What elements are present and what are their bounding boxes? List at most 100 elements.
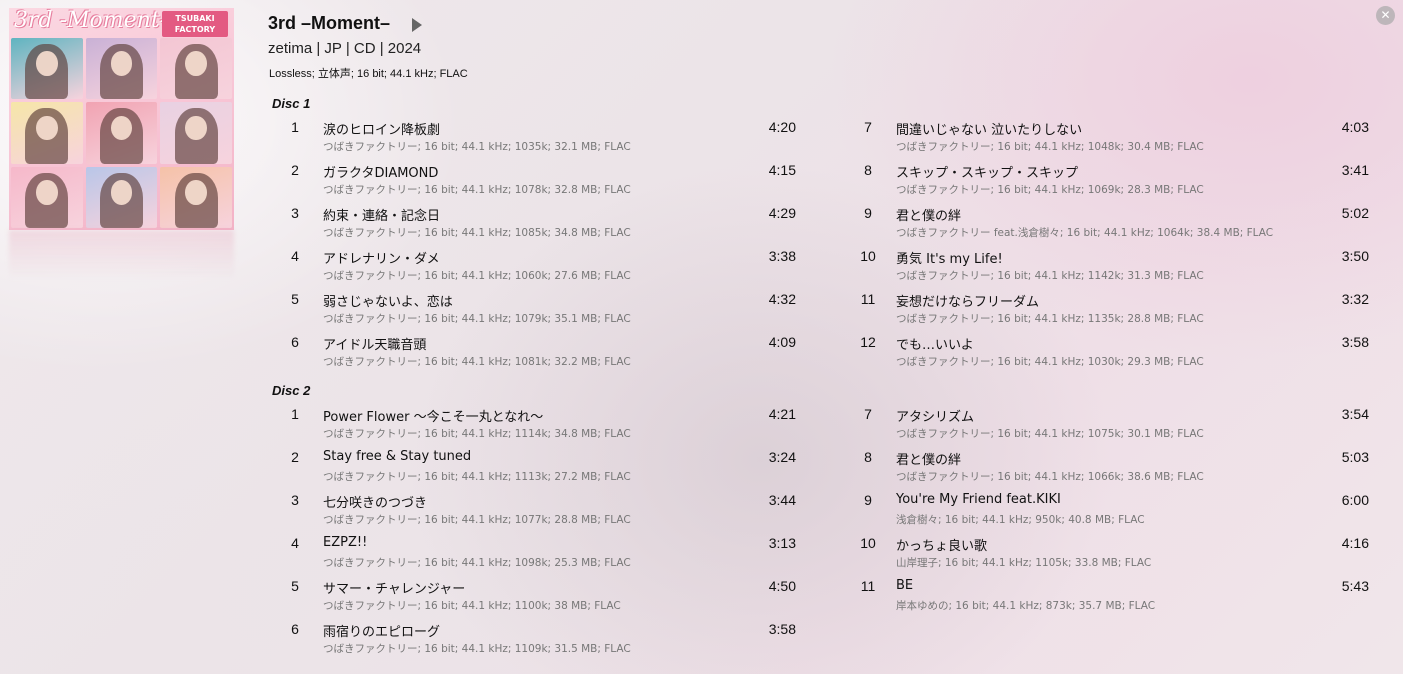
track-info: 岸本ゆめの; 16 bit; 44.1 kHz; 873k; 35.7 MB; … [896, 600, 1156, 612]
track-info: つばきファクトリー; 16 bit; 44.1 kHz; 1109k; 31.5… [323, 643, 631, 655]
track-number: 3 [291, 492, 299, 508]
cover-title-art: 3rd -Moment- [14, 8, 168, 33]
track-info: つばきファクトリー; 16 bit; 44.1 kHz; 1113k; 27.2… [323, 471, 631, 483]
track-title: アイドル天職音頭 [323, 338, 427, 353]
close-icon[interactable]: ✕ [1376, 6, 1395, 25]
track-duration: 3:32 [1341, 291, 1369, 307]
track-duration: 4:32 [768, 291, 796, 307]
track-duration: 3:58 [1341, 334, 1369, 350]
track-duration: 3:38 [768, 248, 796, 264]
track-duration: 4:03 [1341, 119, 1369, 135]
track-number: 2 [291, 162, 299, 178]
track-title: Power Flower 〜今こそ一丸となれ〜 [323, 410, 544, 425]
cover-photo [11, 102, 83, 164]
track-row[interactable]: 1 Power Flower 〜今こそ一丸となれ〜 4:21 つばきファクトリー; 1… [280, 406, 796, 449]
track-row[interactable]: 5 サマー・チャレンジャー 4:50 つばきファクトリー; 16 bit; 44.1 … [280, 578, 796, 621]
track-row[interactable]: 9 You're My Friend feat.KIKI 6:00 浅倉樹々; 16 … [853, 492, 1369, 535]
disc-1-right-tracks: 7 間違いじゃない 泣いたりしない 4:03 つばきファクトリー; 16 bit; 4… [853, 119, 1369, 377]
track-title: 約束・連絡・記念日 [323, 209, 441, 224]
track-info: つばきファクトリー; 16 bit; 44.1 kHz; 1035k; 32.1… [323, 141, 631, 153]
disc-2-label: Disc 2 [272, 383, 311, 398]
track-title: かっちょ良い歌 [896, 539, 988, 554]
track-number: 10 [860, 248, 876, 264]
track-number: 9 [864, 205, 872, 221]
track-title: 涙のヒロイン降板劇 [323, 123, 441, 138]
track-row[interactable]: 8 君と僕の絆 5:03 つばきファクトリー; 16 bit; 44.1 kHz; 1… [853, 449, 1369, 492]
track-row[interactable]: 1 涙のヒロイン降板劇 4:20 つばきファクトリー; 16 bit; 44.1 kH… [280, 119, 796, 162]
cover-photo [160, 38, 232, 100]
track-title: でも…いいよ [896, 338, 974, 353]
track-number: 7 [864, 119, 872, 135]
cover-photo [85, 166, 158, 228]
track-info: つばきファクトリー; 16 bit; 44.1 kHz; 1060k; 27.6… [323, 270, 631, 282]
track-row[interactable]: 7 アタシリズム 3:54 つばきファクトリー; 16 bit; 44.1 kHz; … [853, 406, 1369, 449]
track-title: 間違いじゃない 泣いたりしない [896, 123, 1083, 138]
track-number: 4 [291, 535, 299, 551]
track-info: つばきファクトリー; 16 bit; 44.1 kHz; 1142k; 31.3… [896, 270, 1204, 282]
track-duration: 5:43 [1341, 578, 1369, 594]
track-row[interactable]: 6 雨宿りのエピローグ 3:58 つばきファクトリー; 16 bit; 44.1 kH… [280, 621, 796, 664]
track-title: アタシリズム [896, 410, 975, 425]
disc-1-label: Disc 1 [272, 96, 311, 111]
cover-photo-grid [11, 38, 232, 228]
track-row[interactable]: 4 アドレナリン・ダメ 3:38 つばきファクトリー; 16 bit; 44.1 kH… [280, 248, 796, 291]
track-row[interactable]: 9 君と僕の絆 5:02 つばきファクトリー feat.浅倉樹々; 16 bit; 4… [853, 205, 1369, 248]
track-info: つばきファクトリー; 16 bit; 44.1 kHz; 1081k; 32.2… [323, 356, 631, 368]
track-row[interactable]: 3 七分咲きのつづき 3:44 つばきファクトリー; 16 bit; 44.1 kHz… [280, 492, 796, 535]
track-title: 七分咲きのつづき [323, 496, 428, 511]
track-row[interactable]: 10 勇気 It's my Life! 3:50 つばきファクトリー; 16 bit;… [853, 248, 1369, 291]
track-row[interactable]: 10 かっちょ良い歌 4:16 山岸理子; 16 bit; 44.1 kHz; 110… [853, 535, 1369, 578]
track-row[interactable]: 11 妄想だけならフリーダム 3:32 つばきファクトリー; 16 bit; 44.1… [853, 291, 1369, 334]
disc-2-left-tracks: 1 Power Flower 〜今こそ一丸となれ〜 4:21 つばきファクトリー; 1… [280, 406, 796, 664]
track-duration: 3:44 [768, 492, 796, 508]
track-title: 弱さじゃないよ、恋は [323, 295, 453, 310]
track-number: 8 [864, 162, 872, 178]
track-duration: 3:50 [1341, 248, 1369, 264]
track-row[interactable]: 2 ガラクタDIAMOND 4:15 つばきファクトリー; 16 bit; 44.1 … [280, 162, 796, 205]
cover-photo [85, 38, 158, 100]
track-info: つばきファクトリー; 16 bit; 44.1 kHz; 1098k; 25.3… [323, 557, 631, 569]
track-info: つばきファクトリー; 16 bit; 44.1 kHz; 1077k; 28.8… [323, 514, 631, 526]
track-duration: 4:20 [768, 119, 796, 135]
track-info: つばきファクトリー; 16 bit; 44.1 kHz; 1085k; 34.8… [323, 227, 631, 239]
track-row[interactable]: 3 約束・連絡・記念日 4:29 つばきファクトリー; 16 bit; 44.1 kH… [280, 205, 796, 248]
track-number: 6 [291, 621, 299, 637]
track-row[interactable]: 8 スキップ・スキップ・スキップ 3:41 つばきファクトリー; 16 bit; 44… [853, 162, 1369, 205]
cover-photo [160, 102, 232, 164]
track-info: つばきファクトリー; 16 bit; 44.1 kHz; 1066k; 38.6… [896, 471, 1204, 483]
album-cover[interactable]: 3rd -Moment- TSUBAKI FACTORY [9, 8, 234, 230]
play-icon[interactable] [412, 18, 422, 32]
track-number: 5 [291, 578, 299, 594]
track-duration: 4:21 [768, 406, 796, 422]
track-number: 11 [860, 291, 876, 307]
track-number: 3 [291, 205, 299, 221]
cover-photo [160, 166, 232, 228]
track-number: 11 [860, 578, 876, 594]
track-info: つばきファクトリー; 16 bit; 44.1 kHz; 1114k; 34.8… [323, 428, 631, 440]
track-duration: 5:03 [1341, 449, 1369, 465]
track-title: サマー・チャレンジャー [323, 582, 466, 597]
track-number: 4 [291, 248, 299, 264]
cover-photo [11, 38, 83, 100]
track-row[interactable]: 6 アイドル天職音頭 4:09 つばきファクトリー; 16 bit; 44.1 kHz… [280, 334, 796, 377]
track-row[interactable]: 2 Stay free & Stay tuned 3:24 つばきファクトリー; 16… [280, 449, 796, 492]
track-duration: 3:58 [768, 621, 796, 637]
track-info: つばきファクトリー; 16 bit; 44.1 kHz; 1030k; 29.3… [896, 356, 1204, 368]
track-row[interactable]: 11 BE 5:43 岸本ゆめの; 16 bit; 44.1 kHz; 873k; 3… [853, 578, 1369, 621]
track-row[interactable]: 5 弱さじゃないよ、恋は 4:32 つばきファクトリー; 16 bit; 44.1 k… [280, 291, 796, 334]
track-row[interactable]: 7 間違いじゃない 泣いたりしない 4:03 つばきファクトリー; 16 bit; 4… [853, 119, 1369, 162]
track-info: つばきファクトリー feat.浅倉樹々; 16 bit; 44.1 kHz; 1… [896, 227, 1274, 239]
track-title: BE [896, 578, 914, 593]
track-info: つばきファクトリー; 16 bit; 44.1 kHz; 1075k; 30.1… [896, 428, 1204, 440]
cover-photo [11, 166, 83, 228]
track-row[interactable]: 12 でも…いいよ 3:58 つばきファクトリー; 16 bit; 44.1 kHz;… [853, 334, 1369, 377]
track-title: EZPZ!! [323, 535, 368, 550]
track-duration: 5:02 [1341, 205, 1369, 221]
track-info: つばきファクトリー; 16 bit; 44.1 kHz; 1100k; 38 M… [323, 600, 621, 612]
track-row[interactable]: 4 EZPZ!! 3:13 つばきファクトリー; 16 bit; 44.1 kHz; … [280, 535, 796, 578]
track-number: 2 [291, 449, 299, 465]
track-number: 1 [291, 406, 299, 422]
track-info: つばきファクトリー; 16 bit; 44.1 kHz; 1048k; 30.4… [896, 141, 1204, 153]
track-duration: 6:00 [1341, 492, 1369, 508]
track-info: つばきファクトリー; 16 bit; 44.1 kHz; 1078k; 32.8… [323, 184, 631, 196]
